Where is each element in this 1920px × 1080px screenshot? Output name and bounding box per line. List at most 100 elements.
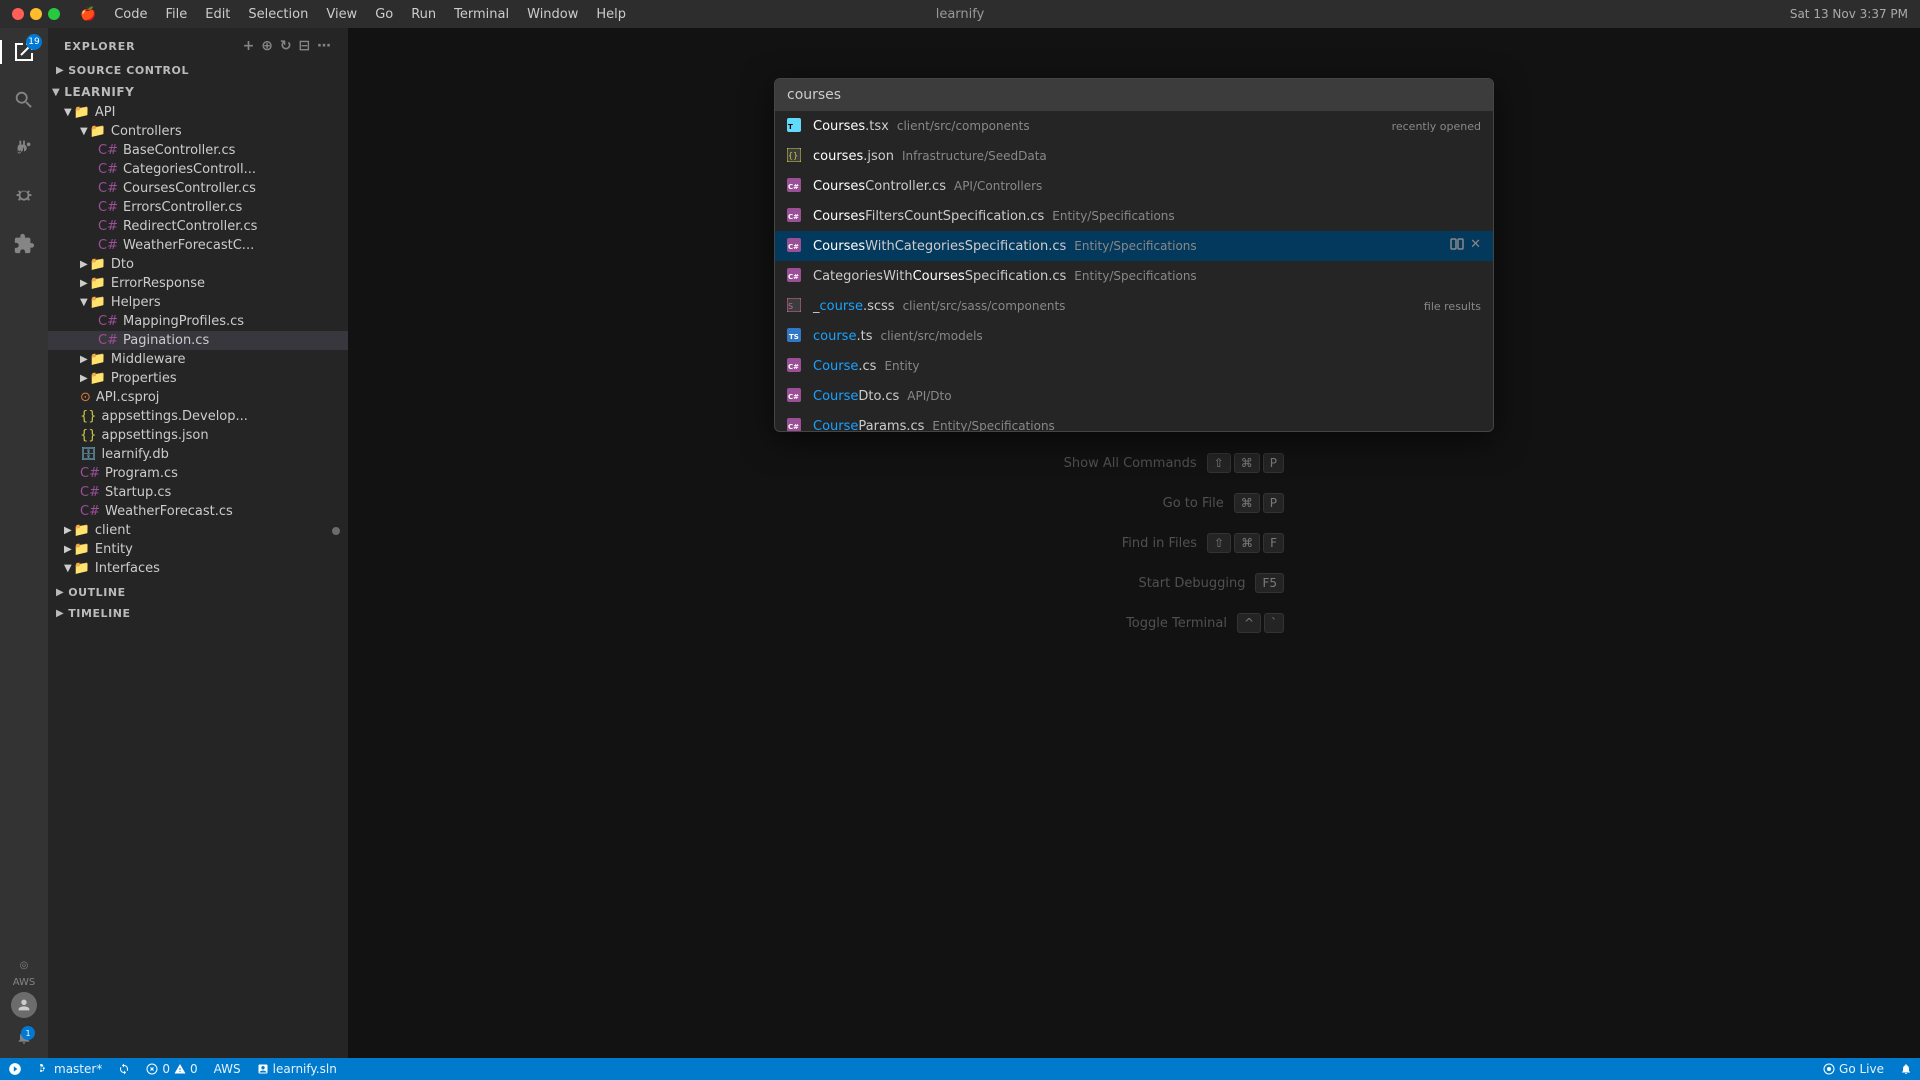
file-apicsproj[interactable]: ⊙ API.csproj [48, 388, 348, 407]
file-startup[interactable]: C# Startup.cs [48, 483, 348, 502]
palette-item-actions: ✕ [1450, 237, 1481, 255]
menu-file[interactable]: File [157, 5, 195, 24]
outline-section[interactable]: ▶ OUTLINE [48, 582, 348, 603]
file-errorscontroller[interactable]: C# ErrorsController.cs [48, 198, 348, 217]
folder-dto-icon: 📁 [90, 257, 106, 272]
folder-entity[interactable]: ▶ 📁 Entity [48, 540, 348, 559]
refresh-icon[interactable]: ↻ [280, 38, 293, 54]
file-categoriescontroller[interactable]: C# CategoriesControll... [48, 160, 348, 179]
folder-helpers[interactable]: ▼ 📁 Helpers [48, 293, 348, 312]
file-program[interactable]: C# Program.cs [48, 464, 348, 483]
cs-icon: C# [98, 162, 118, 177]
file-basecontroller[interactable]: C# BaseController.cs [48, 141, 348, 160]
palette-item-11[interactable]: C# CourseParams.cs Entity/Specifications [775, 411, 1493, 431]
account-avatar[interactable] [11, 992, 37, 1018]
palette-item-6[interactable]: C# CategoriesWithCoursesSpecification.cs… [775, 261, 1493, 291]
folder-errorresponse[interactable]: ▶ 📁 ErrorResponse [48, 274, 348, 293]
menu-go[interactable]: Go [367, 5, 401, 24]
status-remote[interactable] [0, 1058, 30, 1080]
palette-item-5[interactable]: C# CoursesWithCategoriesSpecification.cs… [775, 231, 1493, 261]
file-weatherforecast[interactable]: C# WeatherForecast.cs [48, 502, 348, 521]
more-actions-icon[interactable]: ⋯ [317, 38, 332, 54]
minimize-button[interactable] [30, 8, 42, 20]
menu-selection[interactable]: Selection [240, 5, 316, 24]
palette-item-1[interactable]: T Courses.tsx client/src/components rece… [775, 111, 1493, 141]
menu-terminal[interactable]: Terminal [446, 5, 517, 24]
titlebar-right: Sat 13 Nov 3:37 PM [1790, 7, 1908, 21]
menu-code[interactable]: Code [106, 5, 155, 24]
activity-search[interactable] [0, 76, 48, 124]
folder-dto[interactable]: ▶ 📁 Dto [48, 255, 348, 274]
menu-window[interactable]: Window [519, 5, 586, 24]
maximize-button[interactable] [48, 8, 60, 20]
remote-icon[interactable]: ◎ [20, 960, 29, 971]
close-palette-icon[interactable]: ✕ [1470, 237, 1481, 255]
file-appsettings[interactable]: {} appsettings.json [48, 426, 348, 445]
menu-view[interactable]: View [318, 5, 365, 24]
palette-filename-11: CourseParams.cs [813, 419, 924, 432]
activity-extensions[interactable] [0, 220, 48, 268]
status-notifications[interactable] [1892, 1058, 1920, 1080]
status-aws[interactable]: AWS [206, 1058, 249, 1080]
file-weatherforecastcontroller[interactable]: C# WeatherForecastC... [48, 236, 348, 255]
timeline-section[interactable]: ▶ TIMELINE [48, 603, 348, 624]
folder-properties-chevron: ▶ [80, 373, 88, 384]
activity-source-control[interactable] [0, 124, 48, 172]
file-mappingprofiles[interactable]: C# MappingProfiles.cs [48, 312, 348, 331]
palette-item-4[interactable]: C# CoursesFiltersCountSpecification.cs E… [775, 201, 1493, 231]
svg-text:C#: C# [788, 213, 799, 221]
folder-entity-label: Entity [95, 542, 133, 557]
cs-file-icon-5: C# [787, 238, 805, 255]
svg-text:{}: {} [788, 151, 798, 160]
menu-edit[interactable]: Edit [197, 5, 238, 24]
status-sync[interactable] [110, 1058, 138, 1080]
workspace-header[interactable]: ▼ LEARNIFY [48, 81, 348, 103]
palette-search-input[interactable] [787, 87, 1481, 103]
source-control-label: SOURCE CONTROL [68, 64, 189, 77]
palette-right-7: file results [1424, 300, 1481, 313]
palette-item-3[interactable]: C# CoursesController.cs API/Controllers [775, 171, 1493, 201]
folder-middleware[interactable]: ▶ 📁 Middleware [48, 350, 348, 369]
menu-help[interactable]: Help [588, 5, 634, 24]
collapse-icon[interactable]: ⊟ [298, 38, 311, 54]
titlebar: 🍎 Code File Edit Selection View Go Run T… [0, 0, 1920, 28]
activity-bottom: ◎ AWS 1 [11, 960, 37, 1058]
new-file-icon[interactable]: + [243, 38, 256, 54]
palette-item-8[interactable]: TS course.ts client/src/models [775, 321, 1493, 351]
source-control-section[interactable]: ▶ SOURCE CONTROL [48, 60, 348, 81]
palette-item-10[interactable]: C# CourseDto.cs API/Dto [775, 381, 1493, 411]
file-coursescontroller[interactable]: C# CoursesController.cs [48, 179, 348, 198]
notification-icon[interactable]: 1 [11, 1024, 37, 1050]
palette-filename-9: Course.cs [813, 359, 876, 374]
folder-properties-icon: 📁 [90, 371, 106, 386]
menu-apple[interactable]: 🍎 [72, 5, 104, 24]
traffic-lights[interactable] [12, 8, 60, 20]
file-learnifydb[interactable]: 🗄 learnify.db [48, 445, 348, 464]
palette-filename-7: _course.scss [813, 299, 895, 314]
folder-client[interactable]: ▶ 📁 client [48, 521, 348, 540]
status-golive[interactable]: Go Live [1815, 1058, 1892, 1080]
activity-debug[interactable] [0, 172, 48, 220]
file-redirectcontroller[interactable]: C# RedirectController.cs [48, 217, 348, 236]
menu-run[interactable]: Run [403, 5, 444, 24]
activity-explorer[interactable]: 19 [0, 28, 48, 76]
file-pagination[interactable]: C# Pagination.cs [48, 331, 348, 350]
status-branch[interactable]: master* [30, 1058, 110, 1080]
file-appsettings-dev[interactable]: {} appsettings.Develop... [48, 407, 348, 426]
folder-interfaces-icon: 📁 [74, 561, 90, 576]
close-button[interactable] [12, 8, 24, 20]
new-folder-icon[interactable]: ⊕ [261, 38, 274, 54]
folder-api[interactable]: ▼ 📁 API [48, 103, 348, 122]
palette-item-2[interactable]: {} courses.json Infrastructure/SeedData [775, 141, 1493, 171]
palette-item-7[interactable]: S _course.scss client/src/sass/component… [775, 291, 1493, 321]
palette-input-row[interactable] [775, 79, 1493, 111]
folder-properties[interactable]: ▶ 📁 Properties [48, 369, 348, 388]
status-errors[interactable]: 0 0 [138, 1058, 205, 1080]
outline-label: OUTLINE [68, 586, 125, 599]
split-editor-icon[interactable] [1450, 237, 1464, 255]
folder-controllers[interactable]: ▼ 📁 Controllers [48, 122, 348, 141]
status-solution[interactable]: learnify.sln [249, 1058, 345, 1080]
csproj-icon: ⊙ [80, 390, 91, 405]
folder-interfaces[interactable]: ▼ 📁 Interfaces [48, 559, 348, 578]
palette-item-9[interactable]: C# Course.cs Entity [775, 351, 1493, 381]
